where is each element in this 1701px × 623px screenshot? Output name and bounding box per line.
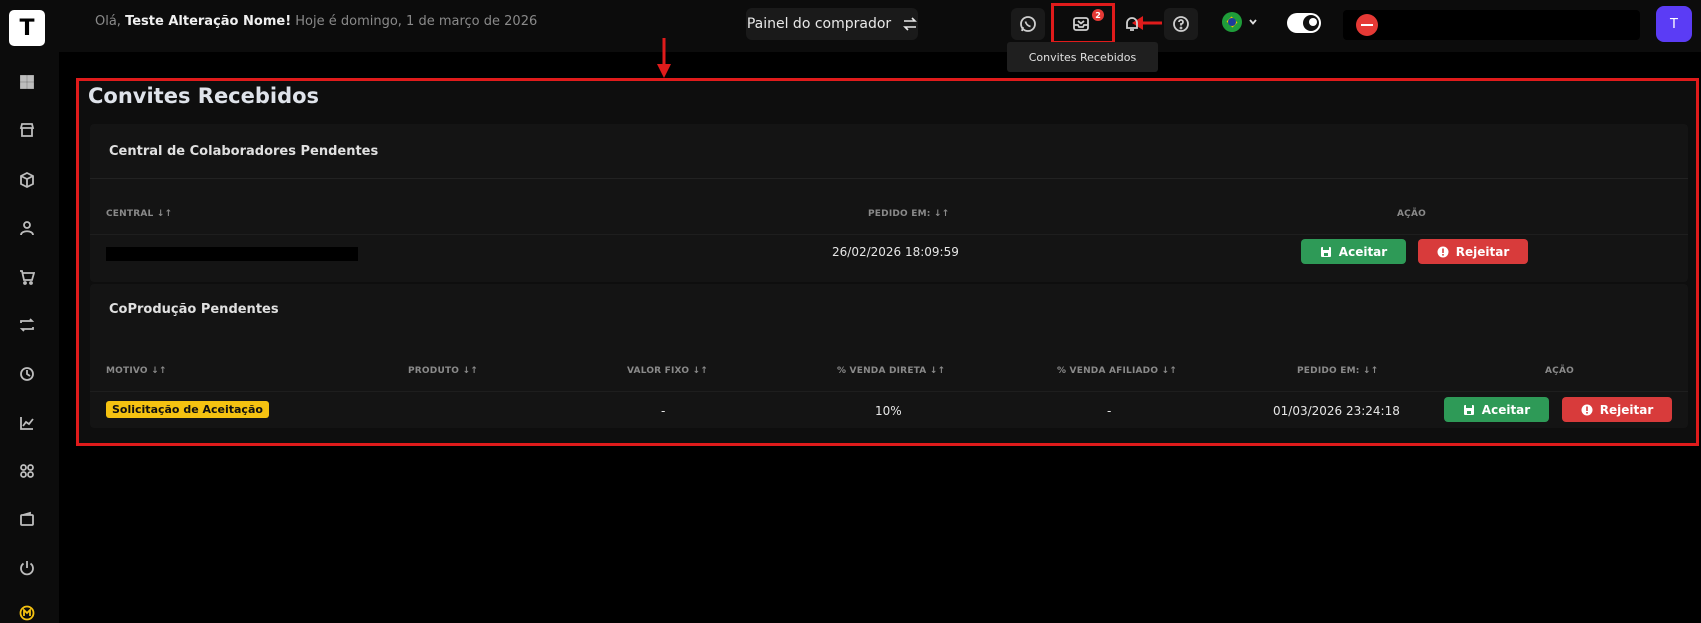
cart-icon[interactable] — [17, 267, 37, 287]
avatar[interactable]: T — [1656, 6, 1692, 42]
col-product[interactable]: PRODUTO ↓↑ — [408, 366, 478, 376]
col-action: AÇÃO — [1545, 366, 1574, 376]
user-name: Teste Alteração Nome! — [125, 14, 292, 29]
alert-icon — [1437, 246, 1449, 257]
col-requested-at[interactable]: PEDIDO EM: ↓↑ — [868, 209, 949, 219]
repeat-icon[interactable] — [17, 315, 37, 335]
collaborators-title: Central de Colaboradores Pendentes — [109, 144, 379, 159]
block-icon — [1356, 14, 1378, 36]
reject-label: Rejeitar — [1599, 402, 1654, 417]
col-action: AÇÃO — [1397, 209, 1426, 219]
collab-requested-at: 26/02/2026 18:09:59 — [832, 245, 959, 259]
date-text: Hoje é domingo, 1 de março de 2026 — [295, 14, 538, 29]
alert-icon — [1581, 404, 1593, 415]
coprod-requested-at: 01/03/2026 23:24:18 — [1273, 404, 1400, 418]
col-requested-at[interactable]: PEDIDO EM: ↓↑ — [1297, 366, 1378, 376]
m-coin-icon[interactable] — [17, 603, 37, 623]
collaborators-card: Central de Colaboradores Pendentes CENTR… — [90, 124, 1688, 282]
coproduction-card: CoProdução Pendentes MOTIVO ↓↑ PRODUTO ↓… — [90, 284, 1688, 428]
chart-line-icon[interactable] — [17, 413, 37, 433]
help-icon — [1173, 16, 1189, 32]
greeting: Olá, Teste Alteração Nome! Hoje é doming… — [95, 14, 537, 29]
reject-coproduction-button[interactable]: Rejeitar — [1562, 397, 1672, 422]
whatsapp-icon — [1020, 16, 1036, 32]
buyer-panel-label: Painel do comprador — [746, 16, 892, 32]
inbox-annotation-box — [1051, 3, 1115, 44]
users-icon[interactable] — [17, 218, 37, 238]
central-redacted — [106, 247, 358, 261]
col-direct-sale[interactable]: % VENDA DIRETA ↓↑ — [837, 366, 945, 376]
col-reason[interactable]: MOTIVO ↓↑ — [106, 366, 167, 376]
greeting-prefix: Olá, — [95, 14, 121, 29]
language-selector[interactable] — [1222, 12, 1258, 32]
whatsapp-button[interactable] — [1011, 8, 1045, 40]
col-fixed-value[interactable]: VALOR FIXO ↓↑ — [627, 366, 708, 376]
accept-coproduction-button[interactable]: Aceitar — [1444, 397, 1549, 422]
annotation-arrow-down — [657, 38, 671, 78]
accept-label: Aceitar — [1338, 244, 1388, 259]
user-info-bar[interactable] — [1343, 10, 1640, 40]
fixed-value: - — [661, 404, 666, 418]
chevron-down-icon — [1249, 19, 1257, 25]
box-icon[interactable] — [17, 170, 37, 190]
swap-icon — [903, 17, 918, 31]
direct-sale: 10% — [875, 404, 902, 418]
inbox-tooltip: Convites Recebidos — [1007, 42, 1158, 72]
page-title: Convites Recebidos — [88, 84, 320, 108]
col-central[interactable]: CENTRAL ↓↑ — [106, 209, 172, 219]
moon-icon — [1303, 15, 1319, 31]
accept-label: Aceitar — [1481, 402, 1531, 417]
store-icon[interactable] — [17, 120, 37, 140]
history-icon[interactable] — [17, 364, 37, 384]
wallet-icon[interactable] — [17, 509, 37, 529]
bell-icon — [1126, 17, 1138, 31]
logo-letter: T — [19, 15, 35, 41]
sidebar: T — [0, 0, 59, 623]
brazil-flag-icon — [1222, 12, 1242, 32]
app-logo[interactable]: T — [9, 10, 45, 46]
dashboard-icon[interactable] — [17, 72, 37, 92]
save-icon — [1320, 246, 1331, 257]
coproduction-title: CoProdução Pendentes — [109, 302, 279, 317]
buyer-panel-button[interactable]: Painel do comprador — [746, 8, 918, 40]
row-divider — [90, 234, 1688, 235]
row-divider — [90, 391, 1688, 392]
reject-label: Rejeitar — [1455, 244, 1510, 259]
col-affiliate-sale[interactable]: % VENDA AFILIADO ↓↑ — [1057, 366, 1177, 376]
affiliate-sale: - — [1107, 404, 1112, 418]
status-badge: Solicitação de Aceitação — [106, 401, 269, 418]
save-icon — [1463, 404, 1474, 415]
help-button[interactable] — [1164, 8, 1198, 40]
theme-toggle[interactable] — [1287, 13, 1321, 33]
reject-collaborator-button[interactable]: Rejeitar — [1418, 239, 1528, 264]
notifications-button[interactable] — [1115, 8, 1149, 40]
power-icon[interactable] — [17, 558, 37, 578]
card-divider — [90, 178, 1688, 179]
apps-icon[interactable] — [17, 461, 37, 481]
accept-collaborator-button[interactable]: Aceitar — [1301, 239, 1406, 264]
